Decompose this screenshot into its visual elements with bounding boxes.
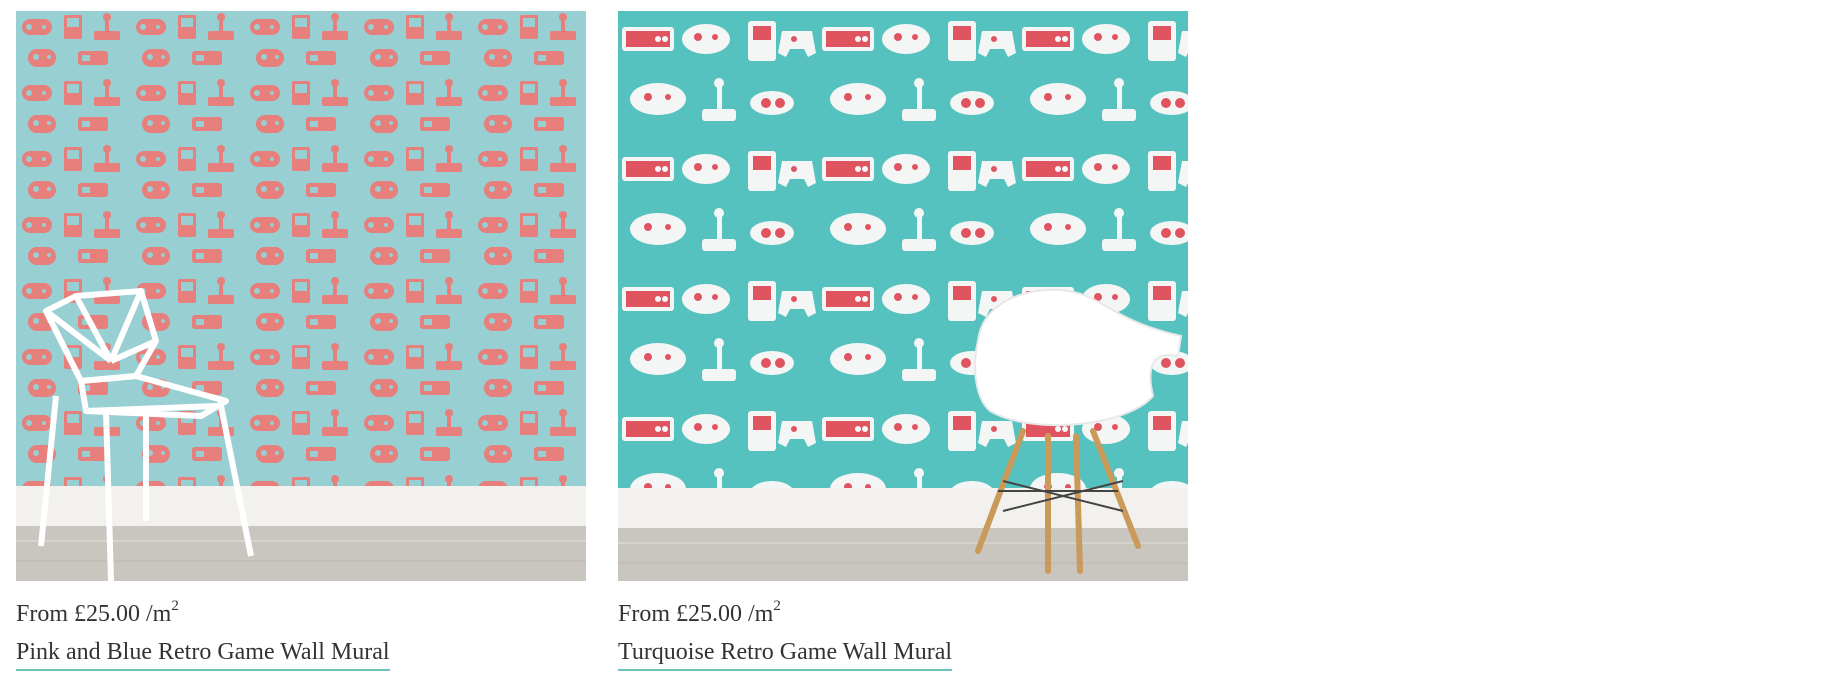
- product-price: From £25.00 /m2: [16, 598, 586, 628]
- product-title-link[interactable]: Turquoise Retro Game Wall Mural: [618, 638, 953, 671]
- price-text: From £25.00 /m: [618, 601, 774, 627]
- product-price: From £25.00 /m2: [618, 598, 1188, 628]
- turquoise-retro-game-mural-image: [618, 11, 1188, 581]
- product-grid: From £25.00 /m2 Pink and Blue Retro Game…: [16, 11, 1188, 671]
- price-unit-power: 2: [773, 598, 781, 614]
- price-unit-power: 2: [171, 598, 179, 614]
- product-card: From £25.00 /m2 Pink and Blue Retro Game…: [16, 11, 586, 671]
- product-title-wrap: Turquoise Retro Game Wall Mural: [618, 638, 1188, 671]
- product-card: From £25.00 /m2 Turquoise Retro Game Wal…: [618, 11, 1188, 671]
- price-text: From £25.00 /m: [16, 601, 172, 627]
- product-image-link[interactable]: [16, 11, 586, 581]
- pink-blue-retro-game-mural-image: [16, 11, 586, 581]
- product-image-link[interactable]: [618, 11, 1188, 581]
- product-title-wrap: Pink and Blue Retro Game Wall Mural: [16, 638, 586, 671]
- product-title-link[interactable]: Pink and Blue Retro Game Wall Mural: [16, 638, 390, 671]
